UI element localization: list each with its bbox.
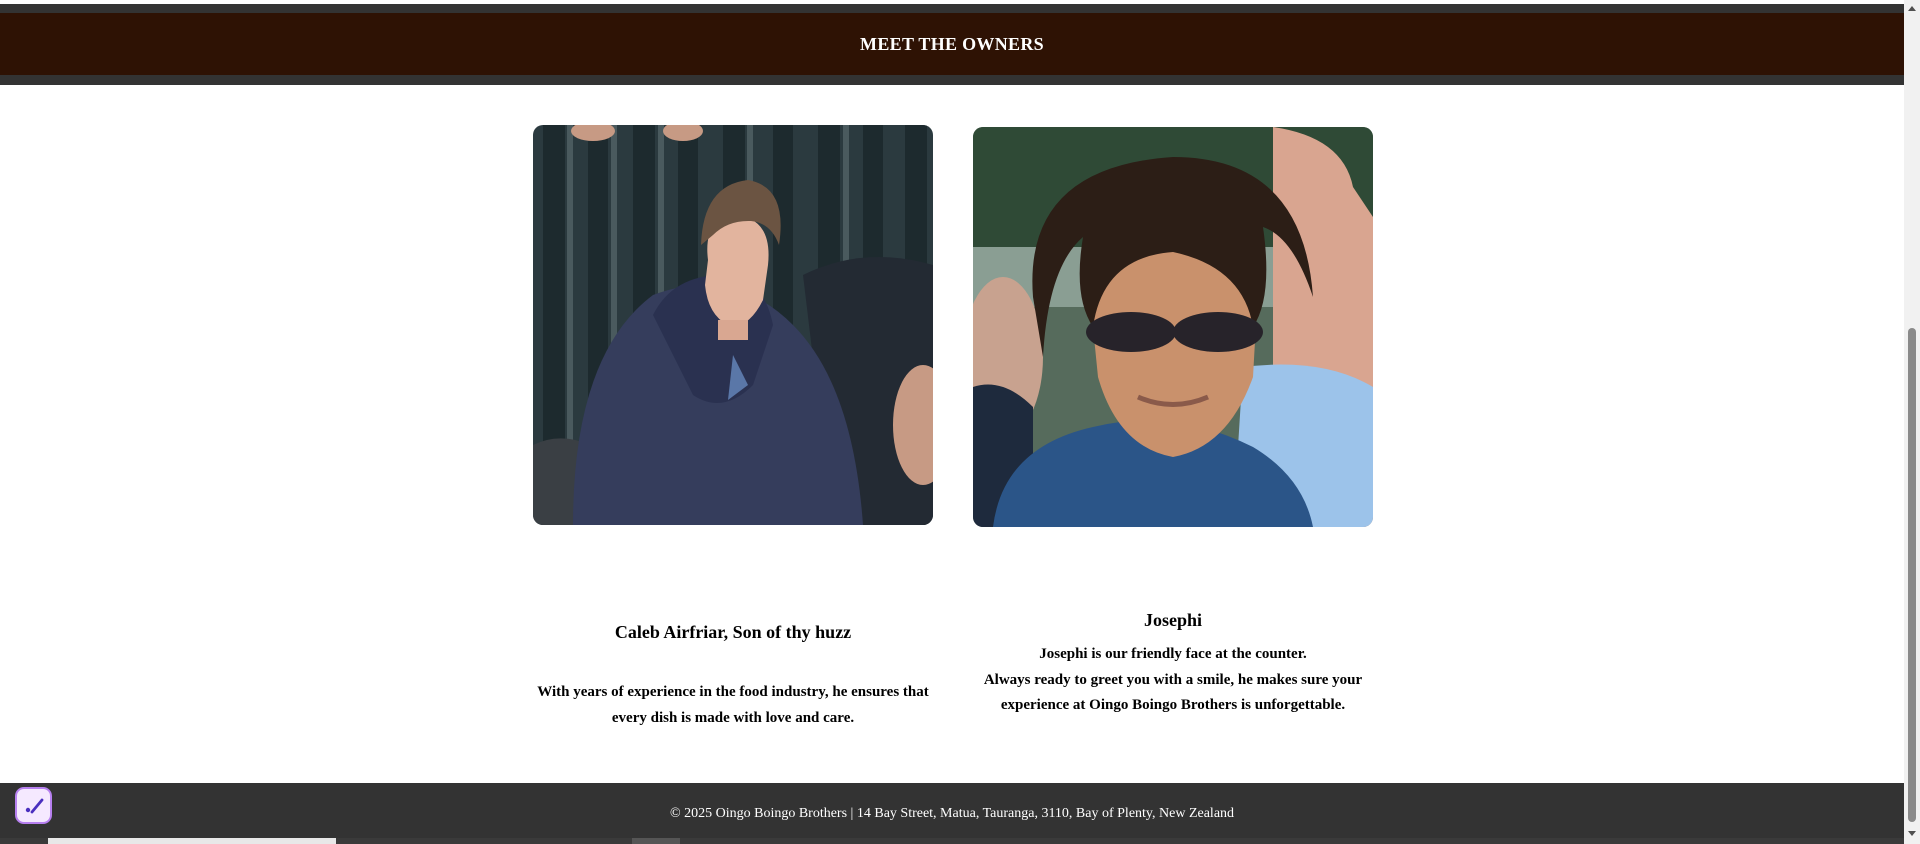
owner-description-caleb: With years of experience in the food ind… xyxy=(537,684,929,726)
horizontal-scrollbar[interactable] xyxy=(0,838,1904,844)
checkmark-edit-icon[interactable] xyxy=(15,787,52,824)
horizontal-scrollbar-marker xyxy=(632,838,680,844)
scrollbar-thumb[interactable] xyxy=(1908,328,1916,822)
section-header-frame: MEET THE OWNERS xyxy=(0,4,1904,85)
owner-description-josephi-line2: Always ready to greet you with a smile, … xyxy=(983,671,1363,714)
owner-description-josephi: Josephi is our friendly face at the coun… xyxy=(973,642,1373,719)
owners-section: Caleb Airfriar, Son of thy huzz With yea… xyxy=(0,85,1904,783)
footer-text: © 2025 Oingo Boingo Brothers | 14 Bay St… xyxy=(669,805,1235,821)
chevron-up-icon[interactable] xyxy=(1904,2,1920,14)
owner-card-josephi: Josephi Josephi is our friendly face at … xyxy=(973,127,1373,713)
vertical-scrollbar[interactable] xyxy=(1904,0,1920,844)
horizontal-scrollbar-thumb[interactable] xyxy=(48,838,336,844)
section-header: MEET THE OWNERS xyxy=(0,13,1904,75)
owner-name-caleb: Caleb Airfriar, Son of thy huzz xyxy=(614,622,852,642)
owner-photo-josephi xyxy=(973,127,1373,527)
owner-card-caleb: Caleb Airfriar, Son of thy huzz With yea… xyxy=(533,125,933,726)
owner-description-josephi-line1: Josephi is our friendly face at the coun… xyxy=(1039,646,1307,662)
owner-name-josephi: Josephi xyxy=(1143,610,1203,630)
owner-photo-caleb xyxy=(533,125,933,525)
chevron-down-icon[interactable] xyxy=(1904,828,1920,840)
footer: © 2025 Oingo Boingo Brothers | 14 Bay St… xyxy=(0,783,1904,844)
section-title: MEET THE OWNERS xyxy=(860,33,1044,54)
